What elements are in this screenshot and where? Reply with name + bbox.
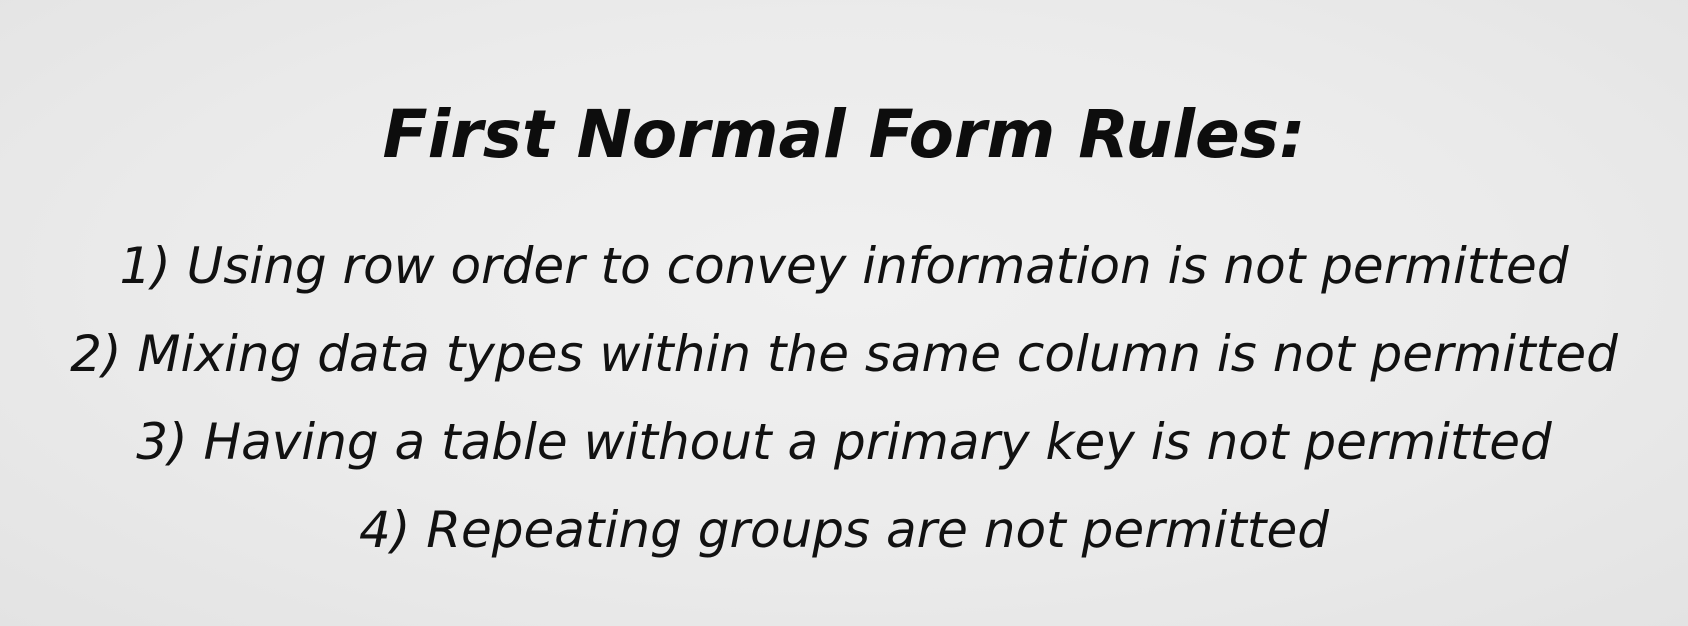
rule-item-3: 3) Having a table without a primary key … — [136, 413, 1552, 471]
rules-list: 1) Using row order to convey information… — [0, 222, 1688, 574]
slide: First Normal Form Rules: 1) Using row or… — [0, 0, 1688, 626]
rule-item-1: 1) Using row order to convey information… — [119, 237, 1569, 295]
rule-item-4: 4) Repeating groups are not permitted — [359, 501, 1329, 559]
slide-title: First Normal Form Rules: — [382, 96, 1306, 173]
rule-item-2: 2) Mixing data types within the same col… — [70, 325, 1618, 383]
